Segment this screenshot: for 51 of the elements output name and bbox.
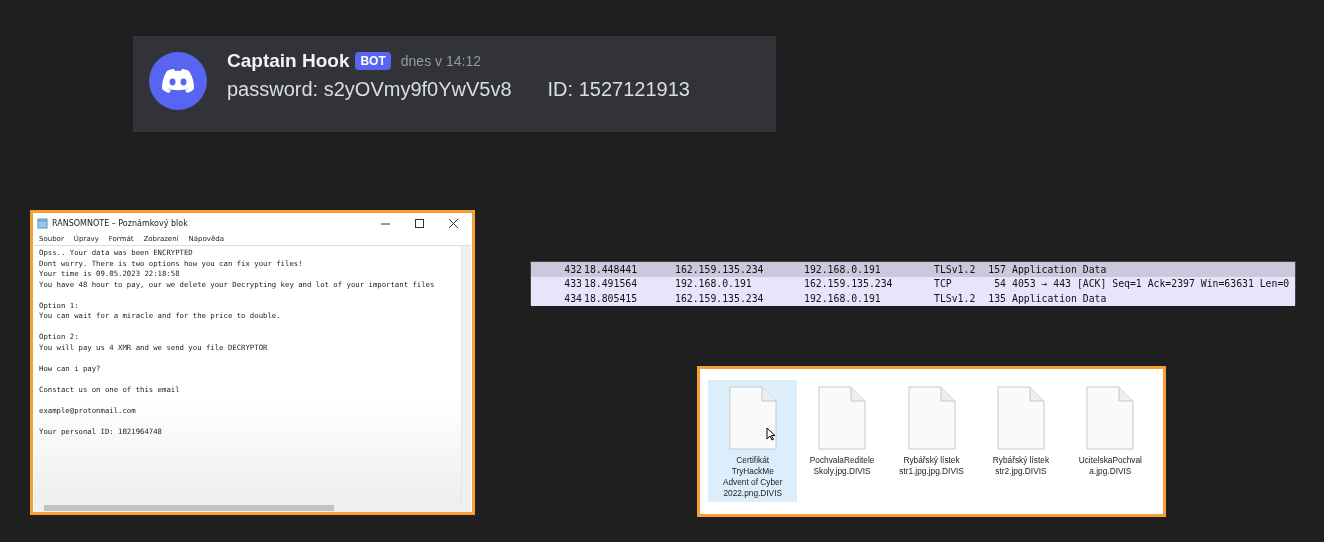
file-icon [818, 386, 867, 450]
file-name: PochvalaReditele Skoly.jpg.DIVIS [809, 455, 875, 477]
file-item[interactable]: Certifikát TryHackMe Advent of Cyber 2022.png.DIVIS [708, 380, 798, 502]
packet-cell-text: 192.168.0.191 [804, 292, 882, 304]
file-item[interactable]: UcitelskaPochval a.jpg.DIVIS [1065, 380, 1156, 502]
packet-cell-text: 162.159.135.234 [675, 292, 765, 304]
packet-cell-text: 157 [987, 263, 1006, 275]
packet-row[interactable]: 432 18.448441 162.159.135.234 192.168.0.191 TLSv1.2 157 Application Data [531, 262, 1295, 277]
message-text: ID: 1527121913 [547, 78, 690, 101]
packet-cell-text: 18.448441 [584, 263, 639, 275]
vertical-scrollbar[interactable] [461, 246, 471, 503]
packet-cell-text: Application Data [1012, 263, 1108, 275]
message-text: password: s2yOVmy9f0YwV5v8 [227, 78, 512, 101]
packet-cell-text: 192.168.0.191 [675, 278, 753, 290]
bot-badge: BOT [355, 52, 391, 70]
packet-cell-text: TLSv1.2 [934, 263, 977, 275]
file-name: UcitelskaPochval a.jpg.DIVIS [1078, 455, 1142, 477]
avatar-icon [149, 52, 207, 110]
cursor-icon [766, 427, 776, 441]
author-name[interactable]: Captain Hook [227, 50, 350, 72]
packet-cell-text: TCP [934, 278, 953, 290]
file-name: Rybářský lístek str1.jpg.jpg.DIVIS [899, 455, 964, 477]
packet-cell: 434 [563, 292, 582, 304]
packet-cell-text: 4053 → 443 [ACK] Seq=1 Ack=2397 Win=63631 Len=0 [1012, 278, 1291, 290]
packet-cell-text: 192.168.0.191 [804, 263, 882, 275]
packet-cell: 433 [563, 278, 582, 290]
file-item[interactable]: Rybářský lístek str2.jpg.DIVIS [976, 380, 1066, 502]
file-item[interactable]: PochvalaReditele Skoly.jpg.DIVIS [797, 380, 887, 502]
file-icon [907, 386, 956, 450]
file-name: Rybářský lístek str2.jpg.DIVIS [992, 455, 1050, 477]
packet-cell-text: 18.805415 [584, 292, 639, 304]
packet-cell-text: TLSv1.2 [934, 292, 977, 304]
packet-cell-text: 162.159.135.234 [804, 278, 894, 290]
packet-cell-text: 135 [987, 292, 1006, 304]
file-icon [1086, 386, 1135, 450]
packet-cell: 432 [563, 263, 582, 275]
packet-cell-text: 54 [993, 278, 1006, 290]
packet-cell-text: Application Data [1012, 292, 1108, 304]
packet-cell-text: 18.491564 [584, 278, 639, 290]
maximize-icon[interactable] [414, 218, 424, 228]
file-item[interactable]: Rybářský lístek str1.jpg.jpg.DIVIS [886, 380, 977, 502]
packet-row[interactable]: 434 18.805415 162.159.135.234 192.168.0.191 TLSv1.2 135 Application Data [531, 291, 1295, 306]
message-timestamp: dnes v 14:12 [400, 53, 481, 69]
horizontal-scrollbar[interactable] [34, 503, 471, 512]
close-icon[interactable] [448, 218, 458, 228]
file-name: Certifikát TryHackMe Advent of Cyber 2022.png.DIVIS [722, 455, 783, 499]
packet-cell-text: 162.159.135.234 [675, 263, 765, 275]
file-icon [728, 386, 777, 450]
window-title: RANSOMNOTE – Poznámkový blok [52, 218, 189, 228]
notepad-icon [37, 217, 48, 229]
file-icon [996, 386, 1045, 450]
